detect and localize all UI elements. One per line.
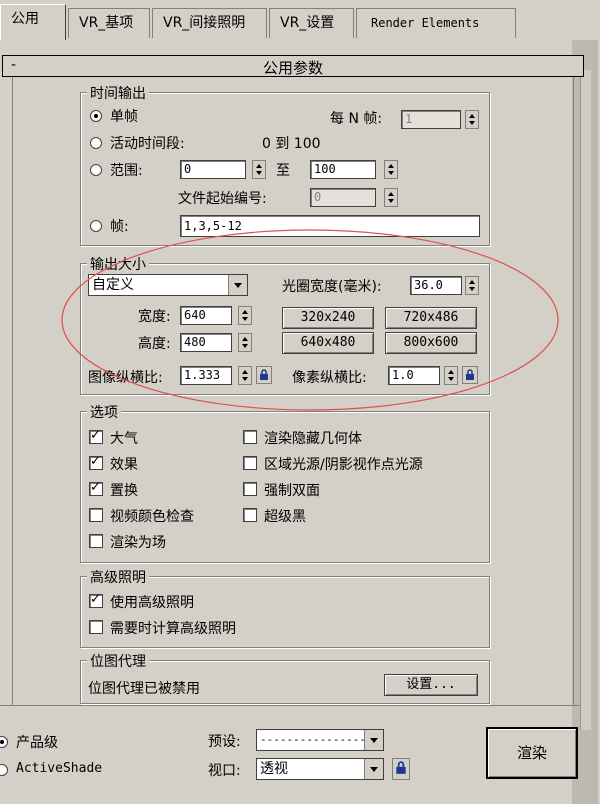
label-every-n: 每 N 帧:	[330, 111, 383, 127]
group-title: 时间输出	[87, 83, 149, 103]
every-n-spinner[interactable]	[465, 110, 479, 129]
scrollbar[interactable]	[580, 70, 591, 730]
use-advanced-lighting-label: 使用高级照明	[110, 595, 194, 611]
displacement-checkbox[interactable]	[89, 480, 103, 496]
label-preset: 预设:	[208, 734, 241, 750]
render-to-fields-label: 渲染为场	[110, 535, 166, 551]
label-activeshade: ActiveShade	[16, 761, 103, 776]
compute-advanced-lighting-label: 需要时计算高级照明	[110, 621, 236, 637]
file-start-field[interactable]: 0	[310, 188, 376, 207]
radio-active-segment[interactable]	[90, 137, 102, 149]
label-active-segment: 活动时间段:	[110, 136, 185, 152]
effects-label: 效果	[110, 457, 138, 473]
rollout-title: 公用参数	[262, 59, 323, 77]
viewport-lock-icon[interactable]	[392, 758, 410, 780]
tab-vr-indirect[interactable]: VR_间接照明	[152, 8, 267, 38]
render-to-fields-checkbox[interactable]	[89, 534, 103, 548]
render-button[interactable]: 渲染	[486, 727, 578, 779]
tab-vr-settings[interactable]: VR_设置	[269, 8, 354, 38]
displacement-label: 置换	[110, 483, 138, 499]
effects-checkbox[interactable]	[89, 454, 103, 470]
bitmap-proxy-status: 位图代理已被禁用	[88, 681, 200, 697]
area-lights-as-point-checkbox[interactable]	[243, 456, 257, 470]
group-title: 位图代理	[87, 651, 149, 671]
force-two-sided-checkbox[interactable]	[243, 482, 257, 496]
super-black-label: 超级黑	[264, 509, 306, 525]
radio-range[interactable]	[90, 164, 102, 176]
tab-vr-base[interactable]: VR_基项	[68, 8, 150, 38]
radio-production[interactable]	[0, 736, 8, 748]
annotation-ellipse	[61, 229, 559, 411]
label-production: 产品级	[16, 735, 58, 751]
radio-single-frame[interactable]	[90, 110, 102, 122]
separator	[0, 705, 580, 706]
range-from-field[interactable]: 0	[180, 160, 246, 179]
active-range-text: 0 到 100	[262, 136, 321, 152]
compute-advanced-lighting-checkbox[interactable]	[89, 620, 103, 634]
group-title: 选项	[87, 402, 121, 422]
tab-common[interactable]: 公用	[0, 4, 66, 40]
group-title: 高级照明	[87, 567, 149, 587]
viewport-select-value: 透视	[260, 761, 288, 777]
chevron-down-icon[interactable]	[364, 730, 383, 750]
label-to: 至	[276, 163, 290, 179]
video-color-check-checkbox[interactable]	[89, 508, 103, 522]
use-advanced-lighting-checkbox[interactable]	[89, 592, 103, 608]
atmosphere-checkbox[interactable]	[89, 428, 103, 444]
range-to-spinner[interactable]	[384, 160, 398, 179]
area-lights-as-point-label: 区域光源/阴影视作点光源	[264, 457, 423, 473]
render-hidden-geometry-checkbox[interactable]	[243, 430, 257, 444]
label-range: 范围:	[110, 163, 143, 179]
range-to-field[interactable]: 100	[310, 160, 376, 179]
tab-render-elements[interactable]: Render Elements	[356, 8, 516, 38]
radio-activeshade[interactable]	[0, 764, 8, 776]
super-black-checkbox[interactable]	[243, 508, 257, 522]
bitmap-proxy-settings-button[interactable]: 设置...	[384, 674, 478, 696]
viewport-select[interactable]: 透视	[256, 758, 384, 780]
video-color-check-label: 视频颜色检查	[110, 509, 194, 525]
force-two-sided-label: 强制双面	[264, 483, 320, 499]
every-n-field[interactable]: 1	[401, 110, 461, 129]
chevron-down-icon[interactable]	[364, 759, 383, 779]
rollout-common-params[interactable]: - 公用参数	[2, 55, 584, 77]
label-viewport: 视口:	[208, 763, 241, 779]
preset-select[interactable]: -------------------	[256, 729, 384, 766]
range-from-spinner[interactable]	[252, 160, 266, 179]
label-single: 单帧	[110, 109, 138, 125]
render-hidden-geometry-label: 渲染隐藏几何体	[264, 431, 362, 447]
file-start-spinner[interactable]	[384, 188, 398, 207]
tab-bar: 公用 VR_基项 VR_间接照明 VR_设置 Render Elements	[0, 0, 600, 40]
atmosphere-label: 大气	[110, 431, 138, 447]
label-file-start: 文件起始编号:	[178, 191, 267, 207]
